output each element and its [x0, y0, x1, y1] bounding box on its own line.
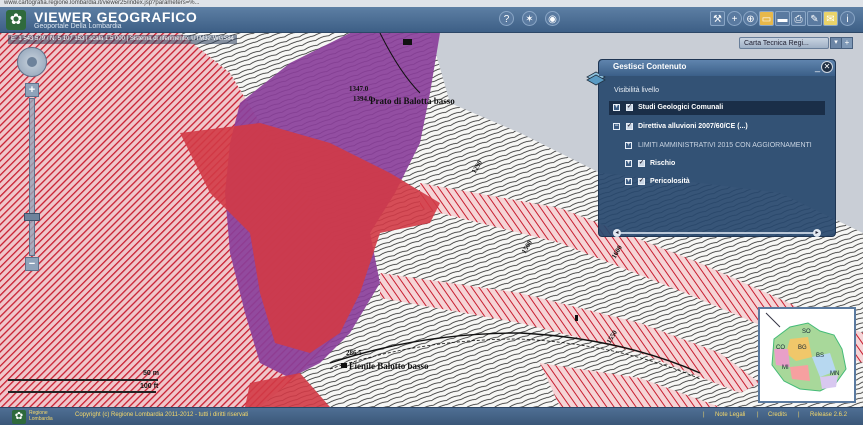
- zoom-slider-handle[interactable]: [24, 213, 40, 221]
- help-icon[interactable]: ?: [499, 11, 514, 26]
- expand-icon[interactable]: +: [613, 103, 620, 111]
- overview-region-label: MN: [830, 371, 840, 377]
- app-header: ✿ VIEWER GEOGRAFICO Geoportale Della Lom…: [0, 7, 863, 33]
- layer-label: LIMITI AMMINISTRATIVI 2015 CON AGGIORNAM…: [638, 142, 812, 149]
- layer-checkbox[interactable]: ✓: [626, 103, 633, 111]
- browser-url-bar[interactable]: www.cartografia.regione.lombardia.it/vie…: [0, 0, 863, 7]
- map-place-label: Prato di Balotta basso: [370, 96, 455, 106]
- info-icon[interactable]: i: [840, 11, 855, 26]
- expand-icon[interactable]: +: [625, 159, 632, 167]
- scroll-right-icon[interactable]: ▸: [813, 229, 821, 237]
- layer-checkbox[interactable]: ✓: [638, 177, 645, 185]
- app-footer: ✿ Regione Lombardia Copyright (c) Region…: [0, 407, 863, 425]
- minimize-icon[interactable]: _: [815, 63, 820, 72]
- zoom-plus-icon[interactable]: ⊕: [743, 11, 758, 26]
- zoom-out-button[interactable]: −: [25, 257, 39, 271]
- layer-checkbox[interactable]: ✓: [638, 159, 645, 167]
- layer-label: Pericolosità: [650, 178, 690, 185]
- overview-region-label: BG: [798, 345, 807, 351]
- layer-checkbox[interactable]: ✓: [626, 122, 633, 130]
- zoom-slider[interactable]: [29, 98, 35, 256]
- print-icon[interactable]: ⎙: [791, 11, 806, 26]
- map-elevation-label: 286.5: [346, 349, 362, 357]
- zoom-in-button[interactable]: +: [25, 83, 39, 97]
- close-icon[interactable]: ✕: [821, 61, 833, 73]
- layer-item[interactable]: + ✓ Pericolosità: [623, 175, 825, 189]
- mail-icon[interactable]: ✉: [823, 11, 838, 26]
- scroll-left-icon[interactable]: ◂: [613, 229, 621, 237]
- footer-link-legal[interactable]: Note Legali: [715, 412, 745, 418]
- save-icon[interactable]: ▬: [775, 11, 790, 26]
- footer-region-name: Regione Lombardia: [29, 410, 53, 422]
- overview-region-label: BS: [816, 353, 825, 359]
- basemap-select-value: Carta Tecnica Regi...: [744, 40, 809, 47]
- overview-region-label: CO: [776, 345, 785, 351]
- panel-header[interactable]: Gestisci Contenuto _ ✕: [599, 60, 835, 76]
- map-elevation-label: 1394.0: [353, 95, 373, 103]
- footer-copyright: Copyright (c) Regione Lombardia 2011-201…: [75, 412, 249, 418]
- regione-logo-icon: ✿: [6, 10, 26, 30]
- layer-label: Rischio: [650, 160, 676, 167]
- footer-link-credits[interactable]: Credits: [768, 412, 787, 418]
- expand-icon[interactable]: +: [625, 177, 632, 185]
- tools-icon[interactable]: ⚒: [710, 11, 725, 26]
- regione-logo-icon: ✿: [12, 410, 26, 424]
- map-elevation-label: 1347.0: [349, 85, 369, 93]
- scalebar: 50 m 100 ft: [8, 370, 168, 397]
- footer-release: Release 2.6.2: [810, 412, 848, 418]
- identify-icon[interactable]: ✶: [522, 11, 537, 26]
- edit-icon[interactable]: ✎: [807, 11, 822, 26]
- scalebar-bottom-label: 100 ft: [140, 383, 159, 390]
- coordinates-readout: E: 1 543 579 / N: 5 107 153 | scala 1:5 …: [8, 35, 237, 44]
- folder-icon[interactable]: ▭: [759, 11, 774, 26]
- map-place-label: Fienile Balotto basso: [349, 361, 429, 371]
- panel-title: Gestisci Contenuto: [613, 62, 687, 71]
- expand-icon[interactable]: +: [625, 141, 632, 149]
- layer-item[interactable]: − ✓ Direttiva alluvioni 2007/60/CE (...): [609, 120, 825, 134]
- pan-control[interactable]: [17, 47, 47, 77]
- scalebar-top-label: 50 m: [143, 370, 159, 377]
- layer-item[interactable]: + ✓ Studi Geologici Comunali: [609, 101, 825, 115]
- basemap-select[interactable]: Carta Tecnica Regi... ▾: [739, 37, 842, 49]
- layer-item[interactable]: + LIMITI AMMINISTRATIVI 2015 CON AGGIORNA…: [623, 139, 825, 153]
- expand-icon[interactable]: +: [841, 37, 853, 49]
- overview-map[interactable]: SO BG BS CO MI MN: [758, 307, 856, 403]
- layer-label: Studi Geologici Comunali: [638, 104, 724, 111]
- layer-label: Direttiva alluvioni 2007/60/CE (...): [638, 123, 748, 130]
- panel-horizontal-scrollbar[interactable]: ◂ ▸: [613, 229, 821, 237]
- overview-region-label: MI: [782, 365, 789, 371]
- add-layer-icon[interactable]: +: [727, 11, 742, 26]
- collapse-icon[interactable]: −: [613, 122, 620, 130]
- globe-icon[interactable]: ◉: [545, 11, 560, 26]
- overview-region-label: SO: [802, 329, 811, 335]
- layer-item[interactable]: + ✓ Rischio: [623, 157, 825, 171]
- manage-content-panel: Gestisci Contenuto _ ✕ Visibilità livell…: [586, 59, 836, 237]
- app-subtitle: Geoportale Della Lombardia: [34, 23, 122, 30]
- visibility-label: Visibilità livello: [614, 87, 660, 94]
